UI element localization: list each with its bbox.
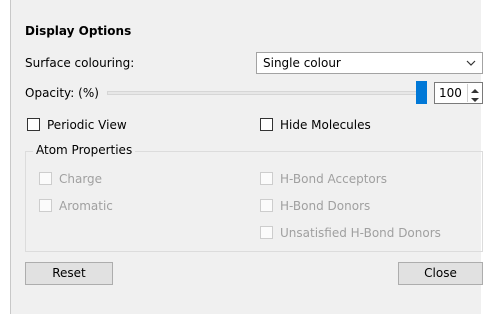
charge-label: Charge [59, 172, 103, 186]
hide-molecules-checkbox[interactable] [260, 118, 273, 131]
atom-properties-title: Atom Properties [33, 143, 136, 157]
hbond-acceptors-checkbox[interactable] [260, 172, 273, 185]
hbond-donors-checkbox[interactable] [260, 199, 273, 212]
surface-colouring-value: Single colour [263, 56, 341, 70]
unsatisfied-hbond-donors-checkbox[interactable] [260, 226, 273, 239]
opacity-slider-track[interactable] [107, 91, 427, 95]
aromatic-label: Aromatic [59, 199, 113, 213]
spin-up-icon[interactable] [470, 84, 480, 93]
spinbox-arrows[interactable] [467, 84, 481, 102]
left-edge [0, 0, 10, 314]
unsatisfied-hbond-donors-label: Unsatisfied H-Bond Donors [280, 226, 441, 240]
hbond-acceptors-label: H-Bond Acceptors [280, 172, 387, 186]
chevron-down-icon [466, 57, 476, 69]
hide-molecules-label: Hide Molecules [280, 118, 371, 132]
surface-colouring-label: Surface colouring: [25, 56, 135, 70]
spin-down-icon[interactable] [470, 93, 480, 102]
periodic-view-checkbox[interactable] [27, 118, 40, 131]
opacity-label: Opacity: (%) [25, 86, 99, 100]
aromatic-checkbox[interactable] [39, 199, 52, 212]
surface-colouring-select[interactable]: Single colour [256, 52, 483, 74]
panel-title: Display Options [25, 24, 132, 38]
periodic-view-label: Periodic View [47, 118, 127, 132]
opacity-slider-handle[interactable] [416, 81, 427, 104]
close-button[interactable]: Close [398, 262, 483, 285]
hbond-donors-label: H-Bond Donors [280, 199, 371, 213]
reset-button[interactable]: Reset [25, 262, 113, 285]
display-options-panel: Display Options Surface colouring: Singl… [0, 0, 485, 314]
charge-checkbox[interactable] [39, 172, 52, 185]
left-edge-divider [10, 0, 11, 314]
opacity-value: 100 [439, 86, 462, 100]
opacity-spinbox[interactable]: 100 [434, 82, 483, 104]
